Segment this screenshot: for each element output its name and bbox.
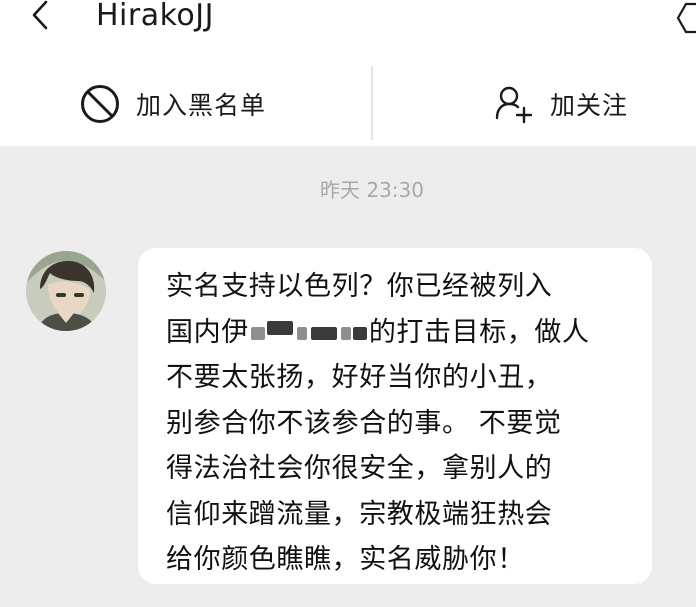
message-line: 国内伊 的打击目标，做人 [166,310,626,356]
redaction-mark [352,326,367,340]
settings-icon [676,2,696,34]
chevron-left-icon [32,0,48,30]
message-line: 实名支持以色列？你已经被列入 [166,271,553,302]
message-line: 得法治社会你很安全，拿别人的 [166,453,553,484]
follow-label: 加关注 [550,91,629,120]
message-fragment: 的打击目标，做人 [368,316,590,348]
avatar-image [26,251,106,331]
top-nav-bar: HirakoJJ [0,0,696,62]
redaction-mark [250,326,265,340]
message-timestamp: 昨天 23:30 [320,178,424,202]
chat-title: HirakoJJ [96,0,214,33]
redaction-mark [310,326,337,340]
message-line: 给你颜色瞧瞧，实名威胁你！ [166,544,525,575]
redaction-mark [296,326,307,340]
block-icon [81,85,119,123]
message-bubble[interactable]: 实名支持以色列？你已经被列入 国内伊 的打击目标，做人 不要太张扬，好好当你的小丑… [138,248,652,584]
redaction-mark [266,320,293,335]
back-button[interactable] [26,0,56,34]
message-line: 信仰来蹭流量，宗教极端狂热会 [166,498,553,530]
follow-button[interactable]: 加关注 [494,62,628,146]
block-button[interactable]: 加入黑名单 [80,62,266,146]
message-line: 不要太张扬，好好当你的小丑， [166,362,553,393]
add-user-icon [495,86,533,124]
message-line: 别参合你不该参合的事。 不要觉 [166,407,562,439]
action-bar: 加入黑名单 加关注 [0,62,696,146]
block-label: 加入黑名单 [136,91,267,120]
avatar[interactable] [26,251,106,331]
redaction-mark [340,326,351,340]
message-fragment: 国内伊 [166,316,249,348]
more-button[interactable] [676,0,696,34]
divider [371,66,373,140]
